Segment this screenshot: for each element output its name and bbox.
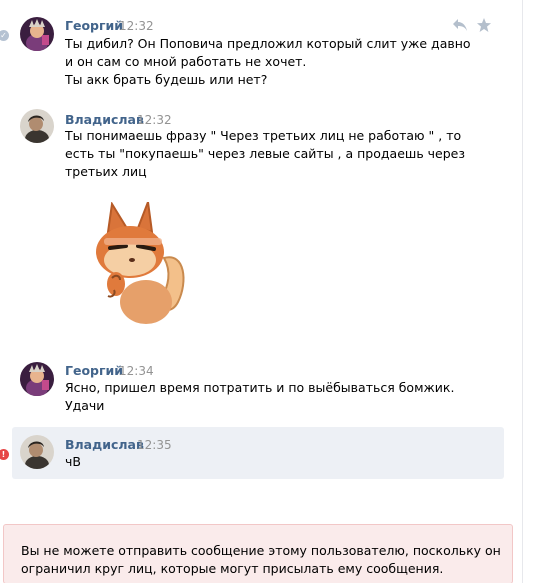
message-time[interactable]: 12:34 (119, 364, 154, 378)
check-circle-icon: ✓ (0, 30, 9, 41)
message-line: третьих лиц (65, 164, 147, 179)
message-line: Удачи (65, 398, 105, 413)
message-text: Ты понимаешь фразу " Через третьих лиц н… (65, 127, 465, 181)
send-restricted-notice: Вы не можете отправить сообщение этому п… (3, 524, 513, 583)
message-author[interactable]: Владислав (65, 112, 144, 127)
avatar[interactable] (20, 109, 54, 143)
avatar[interactable] (20, 435, 54, 469)
message-text: чВ (65, 453, 81, 471)
error-icon: ! (0, 449, 9, 460)
squirrel-thinking-sticker[interactable] (90, 201, 190, 330)
message-item[interactable]: Георгий 12:32 Ты дибил? Он Поповича пред… (12, 10, 504, 100)
message-item[interactable]: Владислав 12:35 чВ (12, 427, 504, 479)
message-time[interactable]: 12:32 (137, 113, 172, 127)
star-icon[interactable] (476, 17, 492, 36)
message-author[interactable]: Георгий (65, 18, 123, 33)
message-line: Ясно, пришел время потратить и по выёбыв… (65, 380, 455, 395)
notice-line: Вы не можете отправить сообщение этому п… (21, 543, 501, 558)
message-author[interactable]: Георгий (65, 363, 123, 378)
notice-text: Вы не можете отправить сообщение этому п… (21, 542, 501, 578)
message-item[interactable]: Георгий 12:34 Ясно, пришел время потрати… (12, 356, 504, 426)
message-line: и он сам со мной работать не хочет. (65, 54, 307, 69)
message-text: Ясно, пришел время потратить и по выёбыв… (65, 379, 454, 415)
avatar[interactable] (20, 362, 54, 396)
message-line: Ты акк брать будешь или нет? (65, 72, 268, 87)
notice-line: ограничил круг лиц, которые могут присыл… (21, 561, 444, 576)
message-author[interactable]: Владислав (65, 437, 144, 452)
message-line: Ты дибил? Он Поповича предложил который … (65, 36, 471, 51)
reply-icon[interactable] (452, 18, 468, 35)
message-line: Ты понимаешь фразу " Через третьих лиц н… (65, 128, 462, 143)
message-time[interactable]: 12:32 (119, 19, 154, 33)
panel-border (522, 0, 523, 583)
message-text: Ты дибил? Он Поповича предложил который … (65, 35, 471, 89)
message-time[interactable]: 12:35 (137, 438, 172, 452)
message-line: есть ты "покупаешь" через левые сайты , … (65, 146, 466, 161)
message-line: чВ (65, 454, 81, 469)
message-item[interactable]: Владислав 12:32 Ты понимаешь фразу " Чер… (12, 102, 504, 342)
avatar[interactable] (20, 17, 54, 51)
